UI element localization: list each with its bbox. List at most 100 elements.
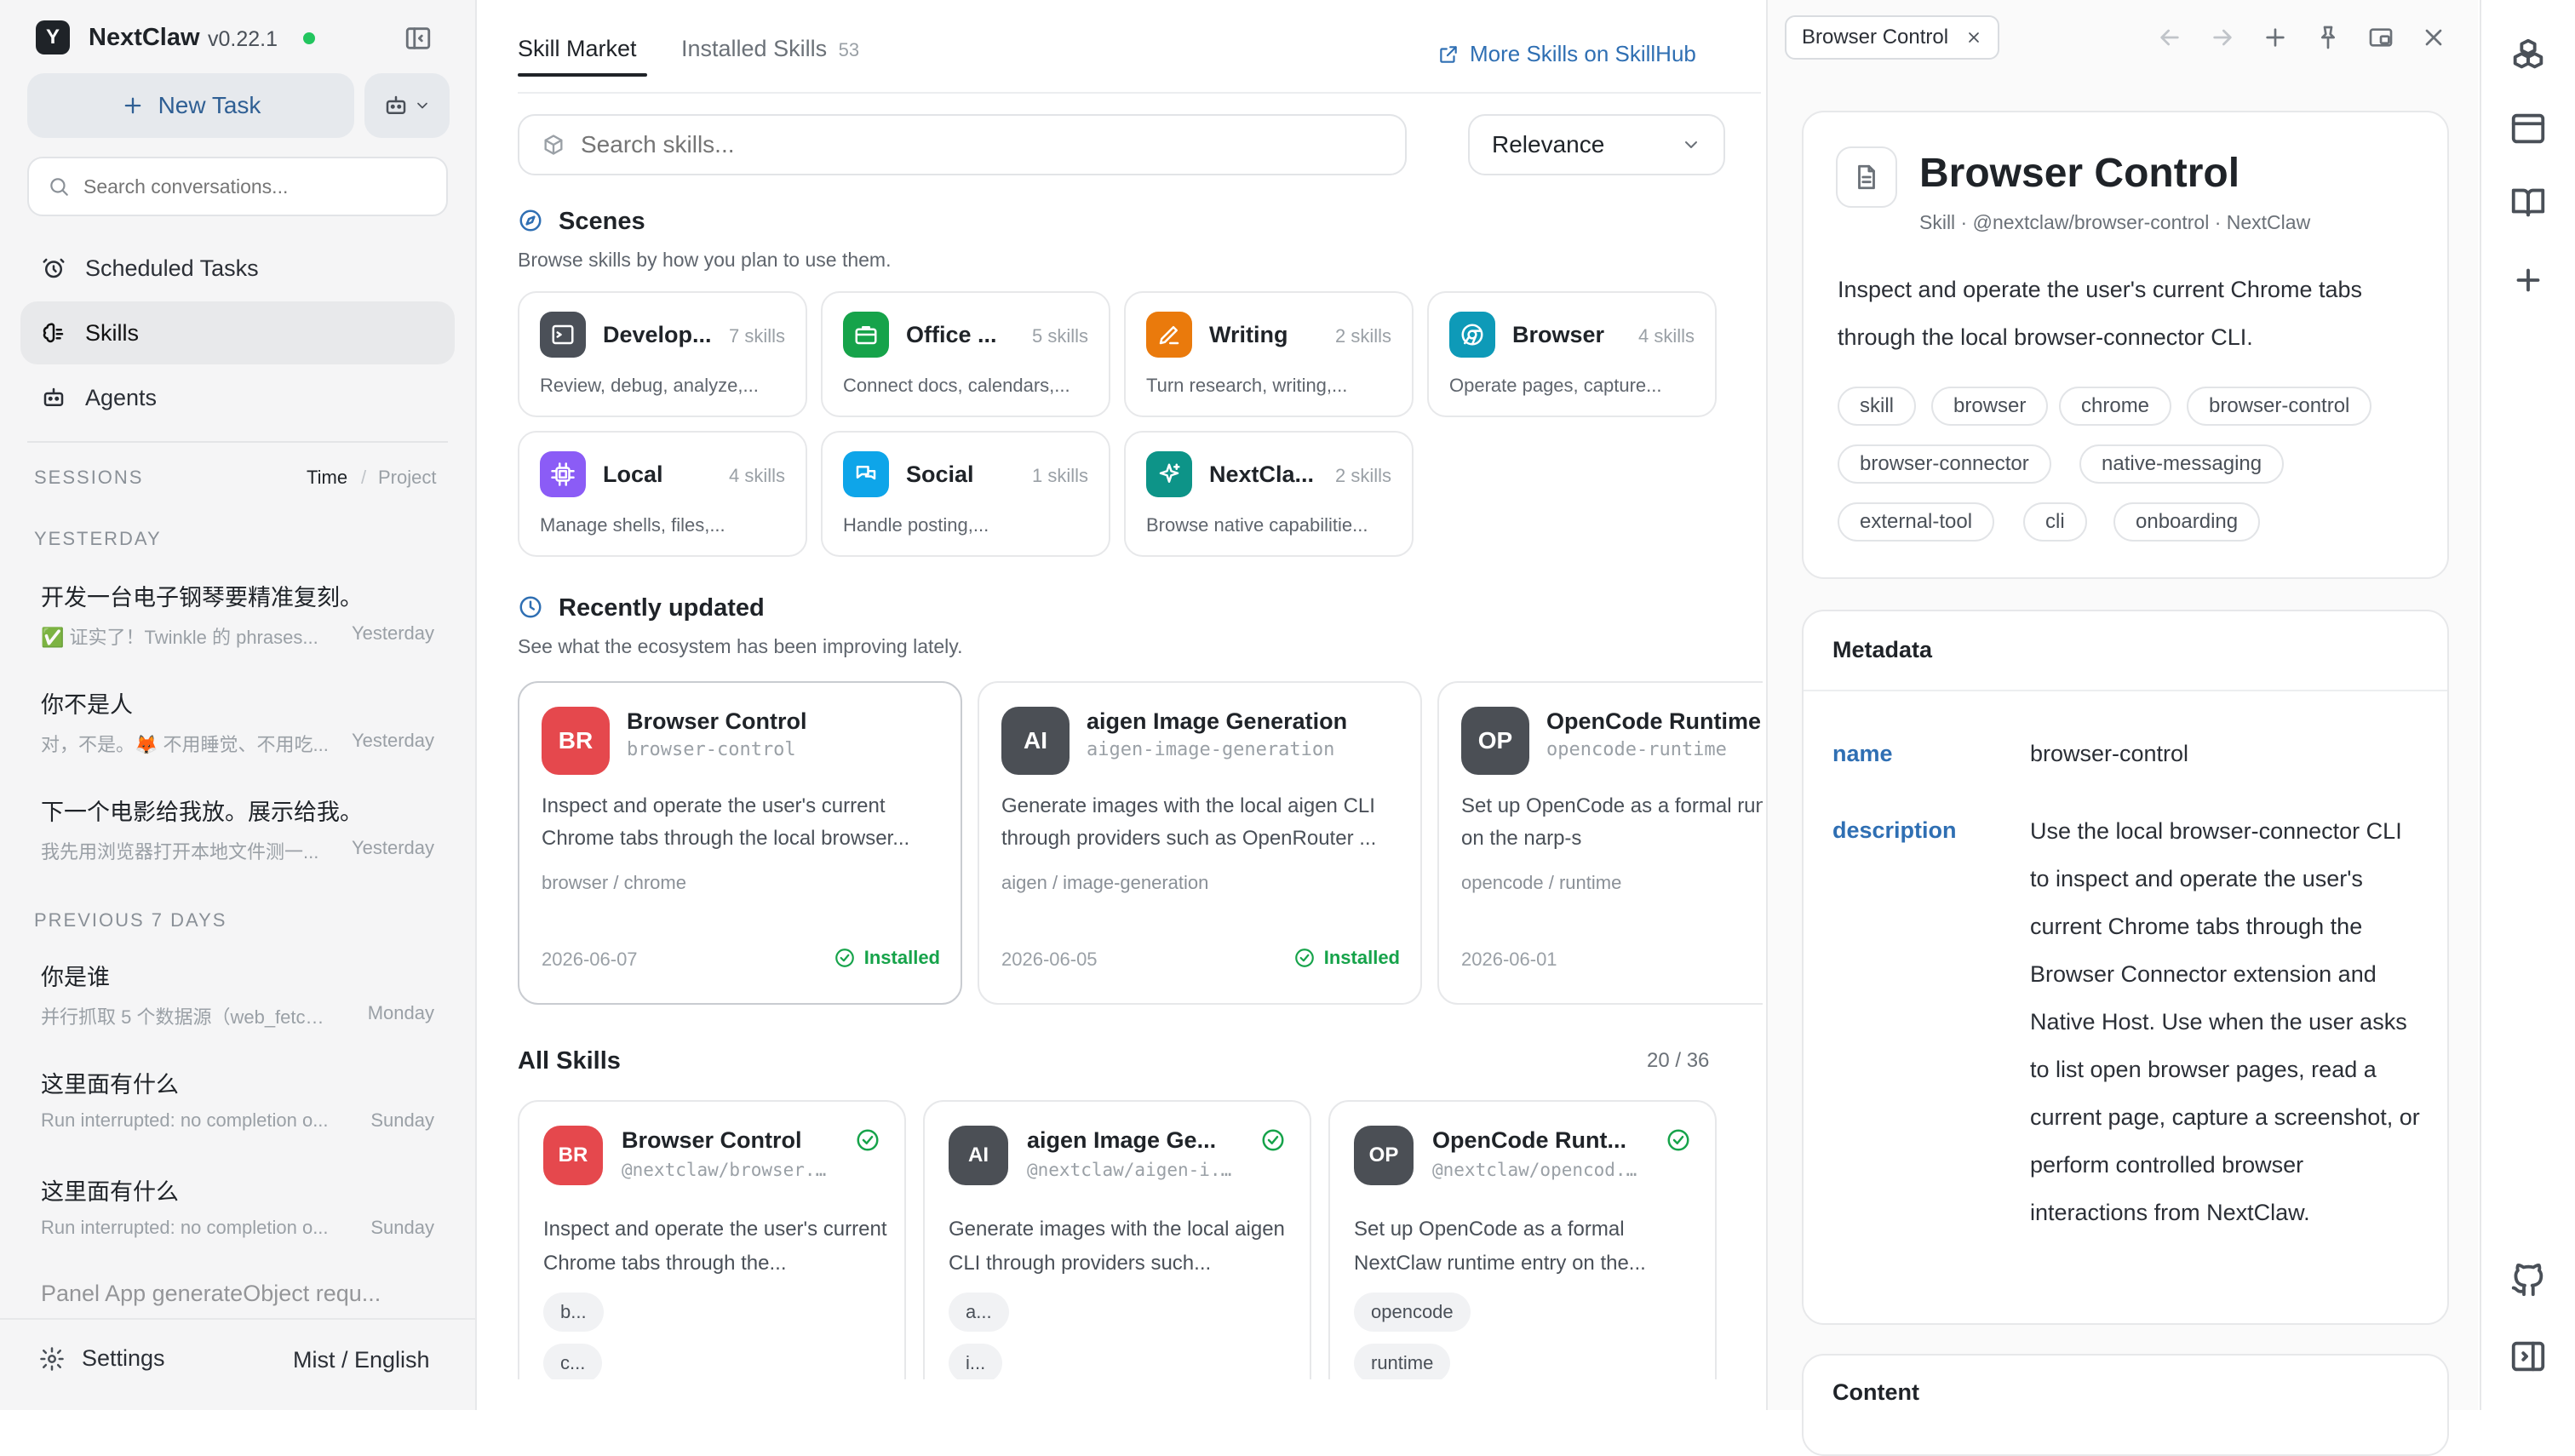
session-preview: ✅ 证实了！Twinkle 的 phrases... — [41, 627, 318, 648]
close-panel-icon[interactable] — [2420, 24, 2447, 51]
more-skills-label: More Skills on SkillHub — [1470, 41, 1696, 66]
recent-title: Recently updated — [559, 594, 765, 622]
plus-icon — [124, 97, 141, 114]
more-skills-link[interactable]: More Skills on SkillHub — [1437, 41, 1696, 67]
scene-name: Local — [603, 461, 663, 487]
agent-select-button[interactable] — [364, 73, 450, 138]
scene-card-nextclaw[interactable]: NextCla... 2 skills Browse native capabi… — [1124, 431, 1414, 557]
scene-count: 4 skills — [1637, 325, 1695, 347]
session-title: 这里面有什么 — [41, 1072, 179, 1098]
session-time: Sunday — [370, 1217, 434, 1238]
skill-card[interactable]: OP OpenCode Runt... @nextclaw/opencod...… — [1328, 1100, 1717, 1379]
session-item[interactable]: Panel App generateObject requ... — [41, 1281, 434, 1307]
tag-chip: opencode — [1354, 1293, 1471, 1332]
scene-desc: Review, debug, analyze,... — [540, 375, 759, 396]
meta-value-name: browser-control — [2030, 741, 2189, 766]
nav-agents[interactable]: Agents — [20, 366, 455, 429]
boxes-icon[interactable] — [2509, 36, 2548, 75]
plus-icon[interactable] — [2509, 261, 2548, 300]
chevron-down-icon — [1685, 141, 1697, 148]
divider — [1804, 690, 2447, 691]
session-time: Sunday — [370, 1109, 434, 1131]
session-item[interactable]: 你不是人 对，不是。🦊 不用睡觉、不用吃... Yesterday — [41, 686, 434, 757]
tag-chip: b... — [543, 1293, 604, 1332]
scene-card-writing[interactable]: Writing 2 skills Turn research, writing,… — [1124, 291, 1414, 417]
book-open-icon[interactable] — [2509, 182, 2548, 221]
nav-skills[interactable]: Skills — [20, 301, 455, 364]
scene-name: Writing — [1209, 322, 1288, 347]
scene-count: 2 skills — [1334, 465, 1391, 486]
recent-card[interactable]: AI aigen Image Generation aigen-image-ge… — [978, 681, 1422, 1005]
plus-icon[interactable] — [2262, 24, 2289, 51]
session-title: 下一个电影给我放。展示给我。 — [41, 800, 363, 825]
session-title: 这里面有什么 — [41, 1179, 179, 1205]
arrow-right-icon[interactable] — [2209, 24, 2236, 51]
skill-search[interactable] — [518, 114, 1407, 175]
toggle-sidebar-icon[interactable] — [404, 24, 433, 53]
session-item[interactable]: 开发一台电子钢琴要精准复刻。 ✅ 证实了！Twinkle 的 phrases..… — [41, 579, 434, 650]
tag-chip: browser-control — [2187, 387, 2372, 426]
tab-installed-skills[interactable]: Installed Skills 53 — [681, 36, 859, 62]
scene-count: 4 skills — [728, 465, 785, 486]
installed-count: 53 — [838, 39, 860, 60]
settings-button[interactable]: Settings — [39, 1345, 165, 1372]
skill-search-input[interactable] — [581, 131, 1347, 158]
recent-carousel[interactable]: BR Browser Control browser-control Inspe… — [518, 679, 1763, 1012]
session-preview: 我先用浏览器打开本地文件测一... — [41, 841, 319, 863]
close-icon[interactable] — [1965, 29, 1982, 46]
new-task-button[interactable]: New Task — [27, 73, 354, 138]
conversation-search[interactable] — [27, 157, 448, 216]
skill-card[interactable]: AI aigen Image Ge... @nextclaw/aigen-i..… — [923, 1100, 1311, 1379]
session-item[interactable]: 这里面有什么 Run interrupted: no completion o.… — [41, 1066, 434, 1132]
scenes-title: Scenes — [559, 208, 645, 235]
theme-language-switch[interactable]: Mist / English — [293, 1347, 430, 1373]
tab-skill-market[interactable]: Skill Market — [518, 36, 637, 62]
meta-key-name: name — [1832, 741, 1893, 766]
scene-count: 2 skills — [1334, 325, 1391, 347]
skill-title: Browser Control — [1919, 151, 2240, 196]
skill-slug: opencode-runtime — [1546, 739, 1727, 760]
scene-card-office[interactable]: Office ... 5 skills Connect docs, calend… — [821, 291, 1110, 417]
sort-project-toggle[interactable]: Project — [378, 467, 436, 489]
skill-desc: Inspect and operate the user's current C… — [543, 1218, 887, 1275]
picture-in-picture-icon[interactable] — [2367, 24, 2394, 51]
browser-window-icon[interactable] — [2509, 109, 2548, 148]
tag-chip: cli — [2023, 502, 2087, 542]
toggle-panel-icon[interactable] — [2509, 1337, 2548, 1376]
skill-name: Browser Control — [627, 708, 807, 734]
nav-scheduled-tasks[interactable]: Scheduled Tasks — [20, 237, 455, 300]
scene-count: 5 skills — [1031, 325, 1088, 347]
session-item[interactable]: 这里面有什么 Run interrupted: no completion o.… — [41, 1173, 434, 1239]
session-title: 你不是人 — [41, 692, 133, 718]
scene-card-development[interactable]: Develop... 7 skills Review, debug, analy… — [518, 291, 807, 417]
skill-name: OpenCode Runt... — [1432, 1127, 1626, 1153]
tag-chip: chrome — [2059, 387, 2172, 426]
skill-card[interactable]: BR Browser Control @nextclaw/browser... … — [518, 1100, 906, 1379]
pin-icon[interactable] — [2314, 24, 2342, 51]
scene-card-local[interactable]: Local 4 skills Manage shells, files,... — [518, 431, 807, 557]
arrow-left-icon[interactable] — [2156, 24, 2183, 51]
conversation-search-input[interactable] — [83, 175, 424, 198]
session-item[interactable]: 下一个电影给我放。展示给我。 我先用浏览器打开本地文件测一... Yesterda… — [41, 794, 434, 864]
app-logo: Y — [36, 20, 70, 54]
skill-desc: Set up OpenCode as a formal runtime entr… — [1461, 794, 1763, 850]
sort-time-toggle[interactable]: Time — [307, 467, 347, 489]
tag-chip: i... — [949, 1344, 1003, 1379]
session-item[interactable]: 你是谁 并行抓取 5 个数据源（web_fetch ... Monday — [41, 959, 434, 1029]
skill-tags: opencode / runtime — [1461, 872, 1622, 893]
recent-card[interactable]: BR Browser Control browser-control Inspe… — [518, 681, 962, 1005]
skill-subtitle: Skill · @nextclaw/browser-control · Next… — [1919, 211, 2311, 233]
scene-card-browser[interactable]: Browser 4 skills Operate pages, capture.… — [1427, 291, 1717, 417]
recent-card[interactable]: OP OpenCode Runtime opencode-runtime Set… — [1437, 681, 1763, 1005]
installed-label: Installed — [863, 947, 940, 968]
detail-tab[interactable]: Browser Control — [1785, 15, 2000, 60]
all-skills-grid: BR Browser Control @nextclaw/browser... … — [518, 1098, 1763, 1379]
skill-name: aigen Image Generation — [1087, 708, 1348, 734]
github-icon[interactable] — [2509, 1260, 2548, 1299]
tag-chip: runtime — [1354, 1344, 1451, 1379]
sort-select[interactable]: Relevance — [1468, 114, 1725, 175]
briefcase-icon — [843, 312, 889, 358]
tag-chip: skill — [1838, 387, 1916, 426]
tab-installed-label: Installed Skills — [681, 36, 828, 61]
scene-card-social[interactable]: Social 1 skills Handle posting,... — [821, 431, 1110, 557]
